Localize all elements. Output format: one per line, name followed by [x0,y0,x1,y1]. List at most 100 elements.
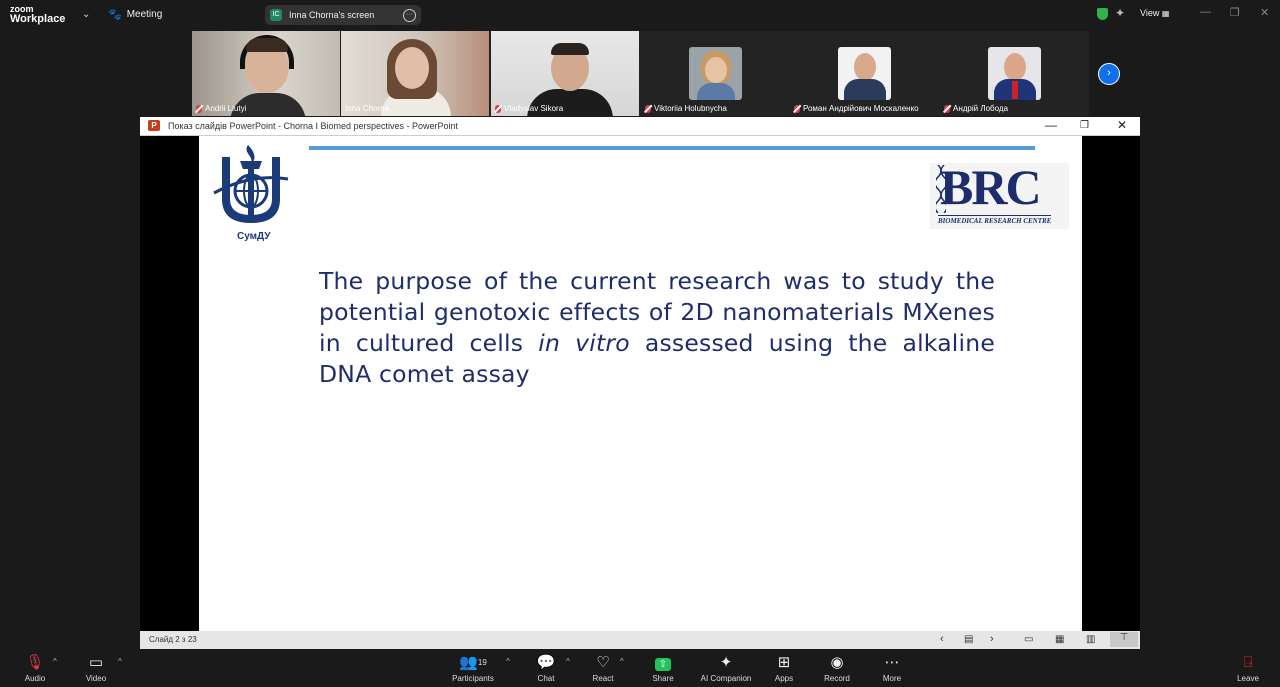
participant-name: Андрій Лобода [953,104,1009,113]
restore-icon[interactable]: ❐ [1230,6,1240,19]
react-options-caret[interactable]: ^ [620,657,624,666]
leave-door-icon: ⍈ [1243,654,1253,671]
brc-logo-subtitle: BIOMEDICAL RESEARCH CENTRE [938,215,1052,225]
leave-button[interactable]: ⍈ Leave [1218,654,1278,683]
shield-icon[interactable] [1097,8,1108,20]
close-icon[interactable]: ✕ [1260,6,1269,19]
video-camera-icon: ▭ [88,654,104,671]
presenter-avatar: IC [270,9,282,21]
face [1004,53,1026,81]
chat-options-caret[interactable]: ^ [566,657,570,666]
chat-label: Chat [537,674,555,683]
participants-count: 19 [477,658,487,667]
participant-name-tag: Viktoriia Holubnycha [645,104,727,113]
slideshow-view-icon[interactable]: ⊤ [1110,632,1138,647]
participant-tile[interactable]: Vladyslav Sikora [491,31,639,116]
sumdu-logo-text: СумДУ [237,231,271,242]
ai-companion-label: AI Companion [700,674,752,683]
person-head [395,47,429,89]
grid-icon: ▦ [1161,9,1170,18]
next-slide-button[interactable]: › [990,633,994,645]
apps-label: Apps [774,674,794,683]
participant-name-tag: Роман Андрійович Москаленко [794,104,919,113]
shoulders [697,83,735,100]
participant-tile[interactable]: Андрій Лобода [940,31,1088,116]
participant-name: Inna Chorna [345,104,390,113]
slide-margin-right [1082,136,1140,631]
minimize-icon[interactable]: — [1200,6,1211,18]
audio-options-caret[interactable]: ^ [53,657,57,666]
hair [551,43,589,55]
apps-icon: ⊞ [777,654,791,671]
participant-name-tag: Vladyslav Sikora [495,104,563,113]
share-screen-icon: ⇧ [633,654,693,672]
zoom-workplace-logo[interactable]: zoom Workplace [10,4,66,25]
participants-button[interactable]: 👥19 Participants [443,654,503,683]
meeting-label: Meeting [126,9,163,20]
ai-sparkle-icon[interactable]: ✦ [1115,6,1125,20]
suit [844,79,886,100]
participants-icon: 👥19 [459,654,487,671]
mic-muted-icon [794,104,800,113]
participant-tile[interactable]: Andrii Liutyi [192,31,340,116]
participant-name: Viktoriia Holubnycha [654,104,727,113]
participant-tile[interactable]: Роман Андрійович Москаленко [790,31,938,116]
participant-name: Роман Андрійович Москаленко [803,104,919,113]
screen-share-indicator[interactable]: IC Inna Chorna's screen ··· [265,5,421,25]
react-button[interactable]: ♡ React [573,654,633,683]
participant-name-tag: Inna Chorna [345,104,389,113]
apps-button[interactable]: ⊞ Apps [754,654,814,683]
screen-share-label: Inna Chorna's screen [289,10,375,20]
participants-options-caret[interactable]: ^ [506,657,510,666]
logo-line2: Workplace [10,13,66,25]
powerpoint-titlebar: P Показ слайдів PowerPoint - Chorna I Bi… [140,117,1140,136]
leave-label: Leave [1237,674,1259,683]
participant-name: Andrii Liutyi [205,104,247,113]
react-label: React [592,674,614,683]
heart-icon: ♡ [596,654,610,671]
participant-name-tag: Andrii Liutyi [196,104,246,113]
video-options-caret[interactable]: ^ [118,657,122,666]
share-button[interactable]: ⇧ Share [633,654,693,683]
paw-icon: 🐾 [108,9,122,21]
face [705,57,727,83]
slide-menu-icon[interactable]: ▤ [964,634,973,645]
more-button[interactable]: ⋯ More [862,654,922,683]
slide-sorter-icon[interactable]: ▦ [1055,634,1064,645]
participant-name-tag: Андрій Лобода [944,104,1008,113]
participant-tile[interactable]: Viktoriia Holubnycha [641,31,789,116]
chevron-down-icon[interactable]: ⌄ [82,9,90,20]
reading-view-icon[interactable]: ▥ [1086,634,1095,645]
record-button[interactable]: ◉ Record [807,654,867,683]
minimize-icon[interactable]: — [1045,118,1057,132]
slide-body-text: The purpose of the current research was … [319,266,995,390]
mic-muted-icon [645,104,651,113]
sumdu-emblem-icon [213,145,289,223]
close-icon[interactable]: ✕ [1117,118,1127,132]
next-page-button[interactable]: › [1098,63,1120,85]
meeting-menu[interactable]: 🐾 Meeting [108,8,162,21]
more-options-icon[interactable]: ··· [403,8,416,22]
participant-tile-active[interactable]: Inna Chorna [341,31,489,116]
normal-view-icon[interactable]: ▭ [1024,634,1033,645]
view-button[interactable]: View ▦ [1140,8,1169,18]
previous-slide-button[interactable]: ‹ [940,633,944,645]
slide-margin-left [140,136,199,631]
brc-logo: BRC BIOMEDICAL RESEARCH CENTRE [930,161,1069,229]
ai-companion-button[interactable]: ✦ AI Companion [696,654,756,683]
restore-icon[interactable]: ❐ [1080,120,1089,131]
slide-body-italic: in vitro [538,329,630,357]
window-title: Показ слайдів PowerPoint - Chorna I Biom… [168,121,459,131]
video-button[interactable]: ▭ Video [66,654,126,683]
mic-muted-icon [944,104,950,113]
face [854,53,876,81]
more-label: More [882,674,902,683]
mic-muted-icon [196,104,202,113]
slide-top-rule [309,146,1035,150]
video-label: Video [85,674,107,683]
record-label: Record [824,674,850,683]
mic-muted-icon [495,104,501,113]
powerpoint-icon: P [148,120,160,131]
view-label: View [1140,8,1160,18]
hair [246,38,288,52]
